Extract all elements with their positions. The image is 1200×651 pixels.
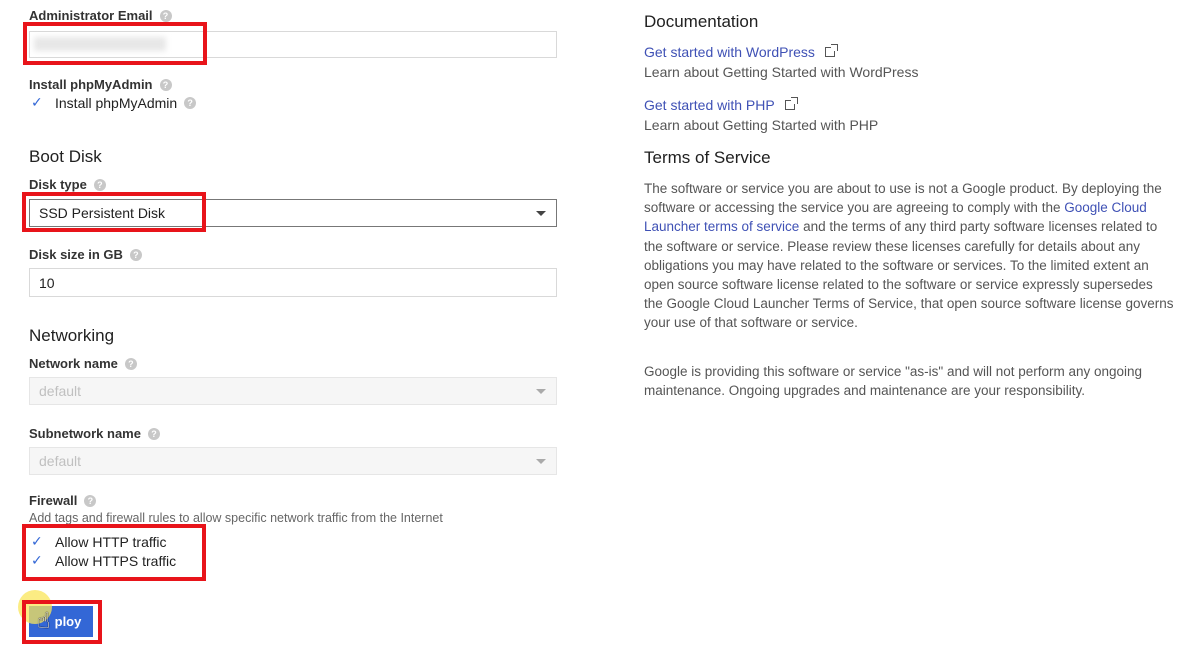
help-icon[interactable]: ? — [93, 178, 106, 191]
wordpress-doc-desc: Learn about Getting Started with WordPre… — [644, 64, 919, 80]
highlight-box-disk-type — [22, 192, 206, 232]
dropdown-arrow-icon — [536, 389, 546, 394]
documentation-title: Documentation — [644, 12, 759, 31]
highlight-box-firewall — [22, 524, 206, 581]
wordpress-doc-link[interactable]: Get started with WordPress — [644, 44, 838, 60]
phpmyadmin-label: Install phpMyAdmin ? — [29, 77, 172, 92]
help-icon[interactable]: ? — [147, 427, 160, 440]
dropdown-arrow-icon — [536, 211, 546, 216]
firewall-label: Firewall ? — [29, 493, 97, 508]
terms-paragraph-2: Google is providing this software or ser… — [644, 364, 1143, 399]
external-link-icon — [784, 97, 798, 110]
boot-disk-title: Boot Disk — [29, 147, 102, 166]
terms-title: Terms of Service — [644, 148, 771, 167]
help-icon[interactable]: ? — [184, 96, 197, 109]
terms-paragraph-1: The software or service you are about to… — [644, 181, 1174, 331]
highlight-box-deploy — [22, 600, 102, 644]
checkmark-icon: ✓ — [31, 94, 43, 110]
dropdown-arrow-icon — [536, 459, 546, 464]
help-icon[interactable]: ? — [159, 9, 172, 22]
php-doc-desc: Learn about Getting Started with PHP — [644, 117, 879, 133]
external-link-icon — [824, 44, 838, 57]
help-icon[interactable]: ? — [84, 494, 97, 507]
networking-title: Networking — [29, 326, 115, 345]
help-icon[interactable]: ? — [129, 248, 142, 261]
disk-size-input[interactable] — [29, 268, 557, 297]
disk-size-label: Disk size in GB ? — [29, 247, 142, 262]
phpmyadmin-checkbox[interactable]: ✓ Install phpMyAdmin ? — [31, 94, 197, 111]
subnetwork-name-label: Subnetwork name ? — [29, 426, 160, 441]
subnetwork-name-select: default — [29, 447, 557, 475]
firewall-hint: Add tags and firewall rules to allow spe… — [29, 511, 443, 525]
admin-email-label: Administrator Email ? — [29, 8, 172, 23]
help-icon[interactable]: ? — [159, 78, 172, 91]
network-name-select: default — [29, 377, 557, 405]
help-icon[interactable]: ? — [124, 357, 137, 370]
php-doc-link[interactable]: Get started with PHP — [644, 97, 798, 113]
highlight-box-email — [23, 22, 207, 65]
network-name-label: Network name ? — [29, 356, 137, 371]
disk-type-label: Disk type ? — [29, 177, 106, 192]
